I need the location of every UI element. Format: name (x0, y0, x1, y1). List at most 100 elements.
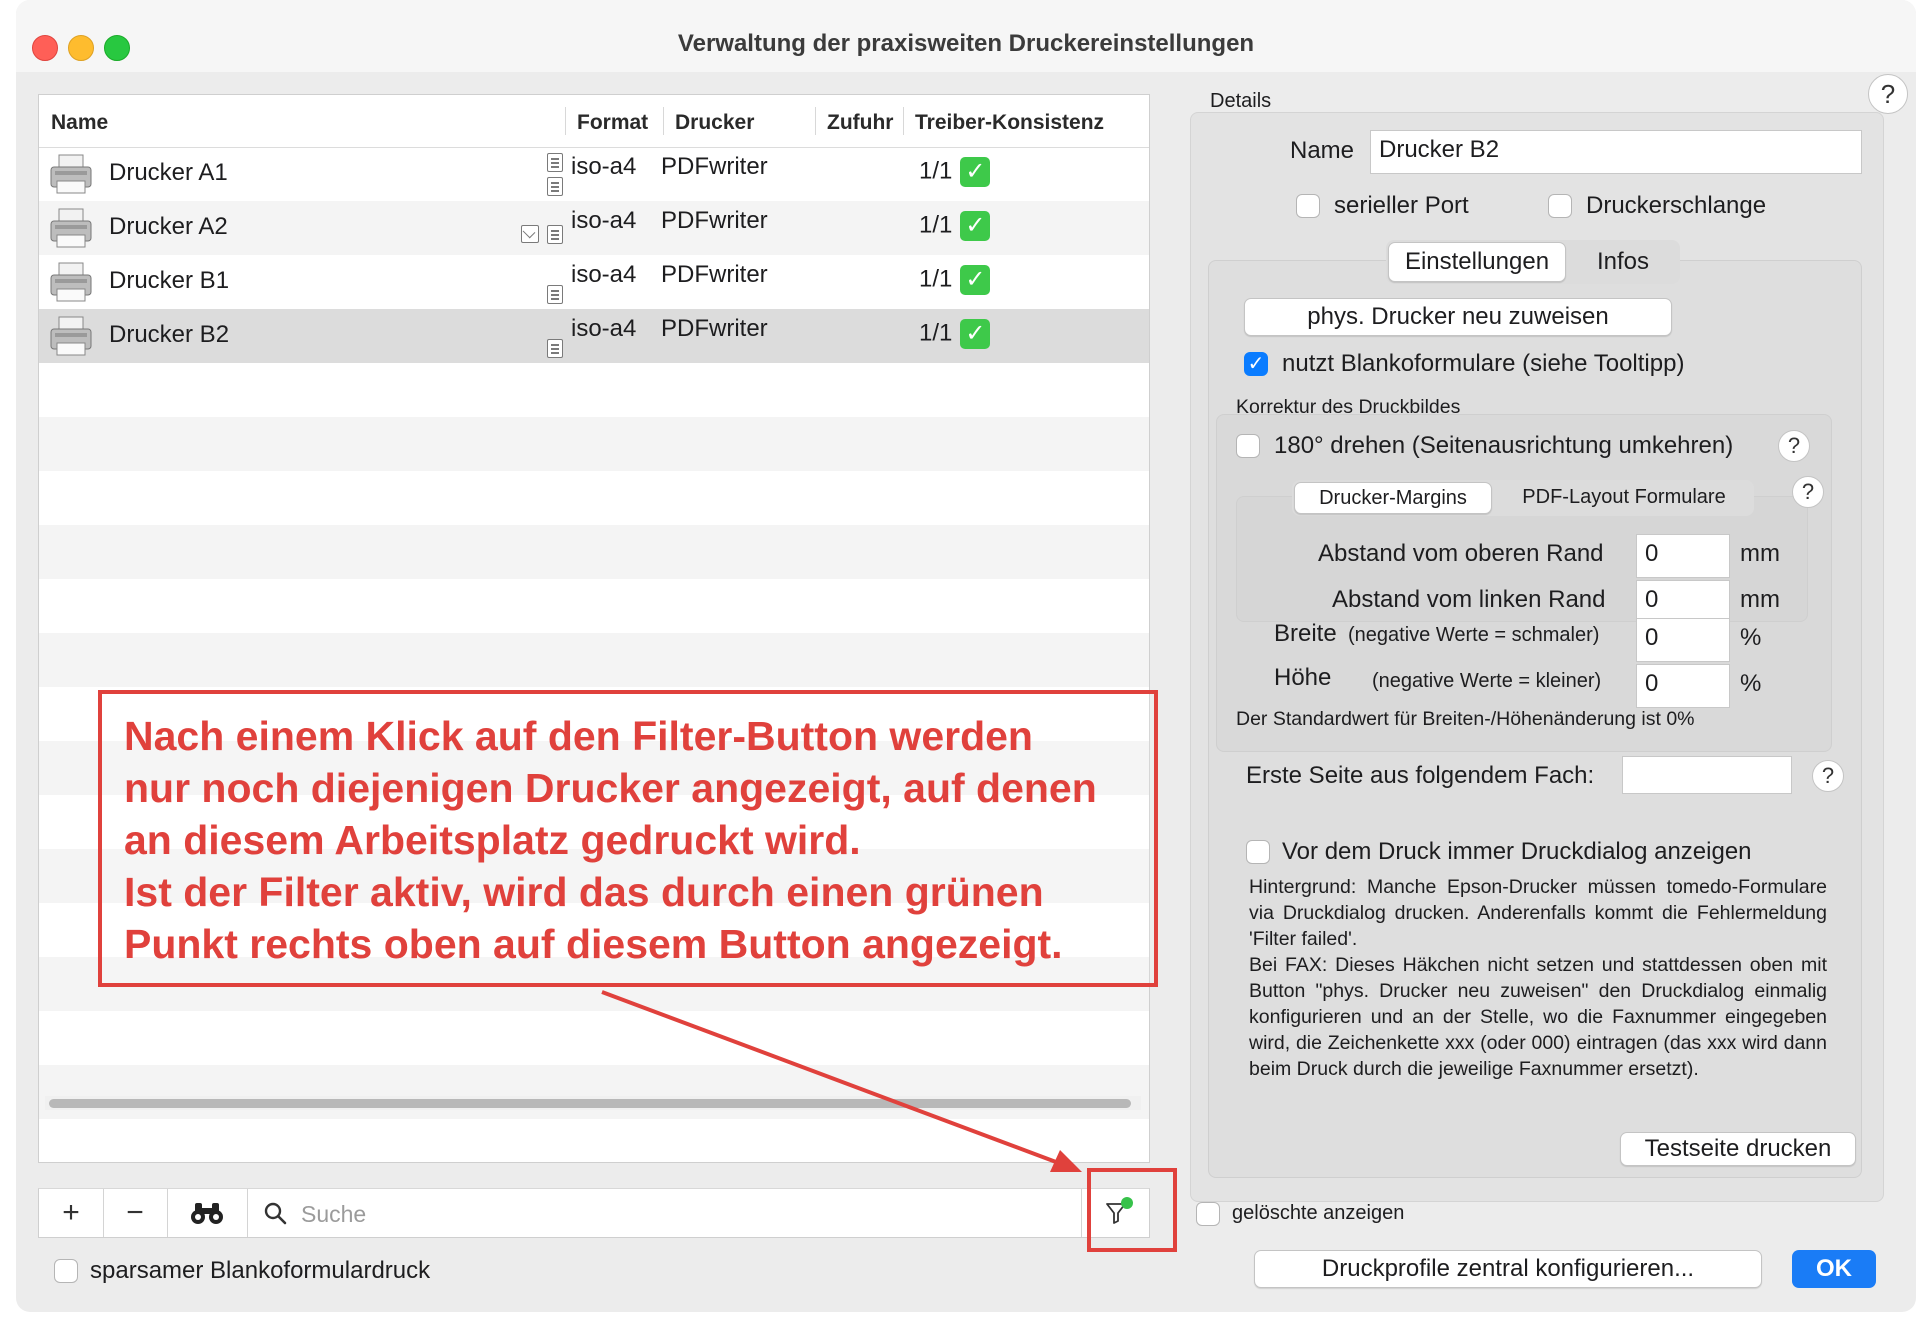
column-separator[interactable] (903, 107, 904, 135)
printer-icon (50, 262, 92, 302)
oben-unit: mm (1740, 540, 1780, 567)
printer-driver: PDFwriter (661, 153, 768, 180)
toolbar-divider (247, 1189, 248, 1237)
form-icon (547, 285, 563, 304)
tab-infos[interactable]: Infos (1568, 248, 1678, 276)
table-row-selected[interactable]: Drucker B2 iso-a4 PDFwriter 1/1 ✓ (39, 309, 1149, 363)
remove-printer-button[interactable]: − (103, 1189, 167, 1237)
name-label: Name (1290, 137, 1355, 164)
column-header-drucker[interactable]: Drucker (675, 111, 754, 135)
printer-driver: PDFwriter (661, 261, 768, 288)
column-separator[interactable] (565, 107, 566, 135)
hoehe-label: Höhe (1274, 664, 1332, 691)
form-icon (547, 339, 563, 358)
serieller-port-checkbox[interactable] (1296, 194, 1320, 218)
breite-hint: (negative Werte = schmaler) (1348, 624, 1600, 646)
search-icon (264, 1202, 287, 1225)
search-input[interactable]: Suche (301, 1201, 366, 1228)
sparsam-checkbox[interactable] (54, 1259, 78, 1283)
annotation-line: Nach einem Klick auf den Filter-Button w… (124, 713, 1033, 759)
title-bar: Verwaltung der praxisweiten Druckereinst… (16, 0, 1916, 72)
annotation-line: Ist der Filter aktiv, wird das durch ein… (124, 869, 1044, 915)
consistency-value: 1/1 (919, 319, 953, 347)
empty-row (39, 1065, 1149, 1119)
druckerschlange-checkbox[interactable] (1548, 194, 1572, 218)
printer-name-field[interactable]: Drucker B2 (1370, 130, 1862, 174)
annotation-text: Nach einem Klick auf den Filter-Button w… (124, 710, 1164, 970)
standard-note: Der Standardwert für Breiten-/Höhenänder… (1236, 708, 1695, 730)
links-unit: mm (1740, 586, 1780, 613)
erste-seite-field[interactable] (1622, 756, 1792, 794)
blanko-checkbox[interactable]: ✓ (1244, 352, 1268, 376)
tab-einstellungen[interactable]: Einstellungen (1388, 242, 1566, 282)
table-row[interactable]: Drucker A2 iso-a4 PDFwriter 1/1 ✓ (39, 201, 1149, 255)
annotation-line: Punkt rechts oben auf diesem Button ange… (124, 921, 1063, 967)
find-button[interactable] (167, 1189, 247, 1237)
table-toolbar: + − Suche (38, 1188, 1150, 1238)
column-header-name[interactable]: Name (51, 111, 108, 135)
testseite-button[interactable]: Testseite drucken (1620, 1132, 1856, 1166)
druckdialog-description: Hintergrund: Manche Epson-Drucker müssen… (1249, 876, 1827, 1080)
column-header-treiber-konsistenz[interactable]: Treiber-Konsistenz (915, 111, 1104, 135)
hoehe-hint: (negative Werte = kleiner) (1372, 670, 1602, 692)
druckdialog-label: Vor dem Druck immer Druckdialog anzeigen (1282, 838, 1752, 865)
rotate-label: 180° drehen (Seitenausrichtung umkehren) (1274, 432, 1734, 459)
breite-field[interactable]: 0 (1636, 618, 1730, 662)
printer-name: Drucker A2 (109, 213, 228, 240)
geloeschte-label: gelöschte anzeigen (1232, 1202, 1405, 1224)
links-label: Abstand vom linken Rand (1332, 586, 1606, 613)
check-mark-icon: ✓ (960, 319, 991, 349)
column-header-format[interactable]: Format (577, 111, 648, 135)
reassign-printer-button[interactable]: phys. Drucker neu zuweisen (1244, 298, 1672, 336)
table-row[interactable]: Drucker B1 iso-a4 PDFwriter 1/1 ✓ (39, 255, 1149, 309)
erste-seite-help-button[interactable]: ? (1812, 760, 1844, 792)
rotate-help-button[interactable]: ? (1778, 430, 1810, 462)
form-icon (547, 225, 563, 244)
consistency-value: 1/1 (919, 265, 953, 293)
printer-table: Name Format Drucker Zufuhr Treiber-Konsi… (38, 94, 1150, 1163)
column-header-zufuhr[interactable]: Zufuhr (827, 111, 893, 135)
annotation-line: an diesem Arbeitsplatz gedruckt wird. (124, 817, 861, 863)
consistency-value: 1/1 (919, 157, 953, 185)
printer-format: iso-a4 (571, 207, 637, 234)
erste-seite-label: Erste Seite aus folgendem Fach: (1246, 762, 1595, 789)
subtab-drucker-margins-label: Drucker-Margins (1319, 487, 1467, 509)
driver-consistency: 1/1 ✓ (919, 211, 991, 241)
breite-unit: % (1740, 624, 1762, 651)
binoculars-icon (191, 1203, 223, 1224)
subtab-drucker-margins[interactable]: Drucker-Margins (1294, 482, 1492, 514)
table-row[interactable]: Drucker A1 iso-a4 PDFwriter 1/1 ✓ (39, 147, 1149, 201)
rotate-checkbox[interactable] (1236, 434, 1260, 458)
druckprofile-button[interactable]: Druckprofile zentral konfigurieren... (1254, 1250, 1762, 1288)
oben-field[interactable]: 0 (1636, 534, 1730, 578)
help-button[interactable]: ? (1868, 74, 1908, 114)
empty-row (39, 633, 1149, 687)
subtab-pdf-layout[interactable]: PDF-Layout Formulare (1496, 486, 1752, 509)
druckerschlange-label: Druckerschlange (1586, 192, 1767, 219)
driver-consistency: 1/1 ✓ (919, 319, 991, 349)
geloeschte-checkbox[interactable] (1196, 1202, 1220, 1226)
printer-format: iso-a4 (571, 315, 637, 342)
check-mark-icon: ✓ (960, 211, 991, 241)
empty-row (39, 417, 1149, 471)
margins-help-button[interactable]: ? (1792, 476, 1824, 508)
column-separator[interactable] (663, 107, 664, 135)
oben-label: Abstand vom oberen Rand (1318, 540, 1604, 567)
druckdialog-checkbox[interactable] (1246, 840, 1270, 864)
scrollbar-thumb[interactable] (49, 1099, 1131, 1108)
horizontal-scrollbar[interactable] (45, 1096, 1141, 1110)
column-separator[interactable] (815, 107, 816, 135)
details-section-label: Details (1210, 90, 1272, 112)
hoehe-field[interactable]: 0 (1636, 664, 1730, 708)
blanko-label: nutzt Blankoformulare (siehe Tooltipp) (1282, 350, 1685, 377)
printer-name: Drucker B1 (109, 267, 230, 294)
printer-driver: PDFwriter (661, 207, 768, 234)
annotation-highlight-box (1087, 1168, 1177, 1252)
printer-icon (50, 316, 92, 356)
add-printer-button[interactable]: + (39, 1189, 103, 1237)
printer-icon (50, 154, 92, 194)
form-icon (547, 153, 563, 172)
ok-button[interactable]: OK (1792, 1250, 1876, 1288)
driver-consistency: 1/1 ✓ (919, 265, 991, 295)
printer-driver: PDFwriter (661, 315, 768, 342)
